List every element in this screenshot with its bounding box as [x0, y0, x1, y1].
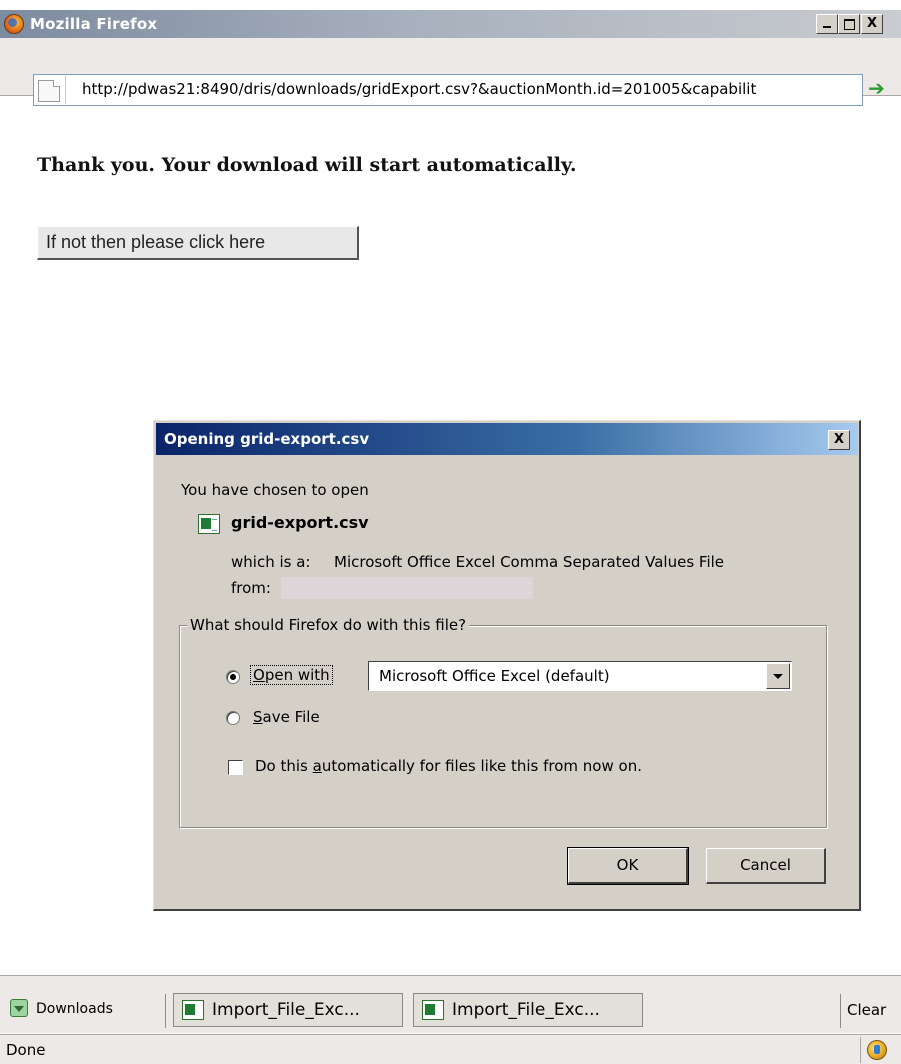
- download-item-label: Import_File_Exc...: [212, 1000, 360, 1020]
- screen-top-strip: [0, 0, 901, 10]
- firefox-logo-icon: [4, 14, 24, 34]
- minimize-icon: [823, 26, 831, 28]
- auto-action-checkbox[interactable]: [228, 760, 243, 775]
- excel-file-icon: [422, 1000, 444, 1020]
- save-file-radio[interactable]: [226, 711, 240, 725]
- excel-file-icon: [182, 1000, 204, 1020]
- open-with-accel: O: [253, 666, 265, 684]
- update-notification-icon[interactable]: [867, 1040, 887, 1060]
- status-divider: [860, 1037, 861, 1063]
- page-heading: Thank you. Your download will start auto…: [37, 154, 577, 176]
- open-with-label[interactable]: Open with: [250, 665, 333, 685]
- maximize-button[interactable]: [838, 14, 860, 34]
- open-with-select-value: Microsoft Office Excel (default): [379, 667, 610, 685]
- action-group: [179, 625, 827, 828]
- cancel-button[interactable]: Cancel: [706, 848, 826, 884]
- dialog-intro-text: You have chosen to open: [181, 481, 369, 499]
- download-item[interactable]: Import_File_Exc...: [173, 993, 403, 1027]
- open-with-select[interactable]: Microsoft Office Excel (default): [368, 661, 792, 691]
- maximize-icon: [843, 19, 855, 30]
- chevron-down-icon[interactable]: [766, 663, 790, 689]
- file-type-value: Microsoft Office Excel Comma Separated V…: [334, 553, 725, 571]
- save-file-label[interactable]: Save File: [253, 708, 320, 726]
- dialog-title: Opening grid-export.csv: [164, 430, 370, 448]
- window-close-button[interactable]: X: [861, 14, 883, 34]
- save-file-accel: S: [253, 708, 263, 726]
- auto-action-label[interactable]: Do this automatically for files like thi…: [255, 757, 642, 775]
- open-file-dialog: Opening grid-export.csv X You have chose…: [153, 420, 861, 911]
- dialog-file-name: grid-export.csv: [231, 513, 369, 532]
- excel-file-icon: [198, 514, 220, 534]
- status-text: Done: [6, 1041, 46, 1059]
- downloads-divider: [165, 994, 166, 1028]
- dialog-titlebar[interactable]: Opening grid-export.csv X: [156, 423, 858, 455]
- clear-divider: [840, 994, 841, 1028]
- auto-label-suffix: utomatically for files like this from no…: [321, 757, 642, 775]
- downloads-icon: [10, 999, 28, 1017]
- file-source-value: [281, 577, 533, 599]
- downloads-label: Downloads: [36, 1001, 113, 1017]
- auto-label-accel: a: [312, 757, 322, 775]
- go-arrow-icon[interactable]: ➔: [868, 76, 885, 100]
- clear-downloads-button[interactable]: Clear: [847, 1001, 886, 1019]
- open-with-radio[interactable]: [226, 670, 240, 684]
- ok-button[interactable]: OK: [567, 847, 689, 885]
- action-group-label: What should Firefox do with this file?: [187, 616, 470, 634]
- manual-download-button[interactable]: If not then please click here: [37, 226, 359, 260]
- download-item-label: Import_File_Exc...: [452, 1000, 600, 1020]
- dialog-close-button[interactable]: X: [828, 430, 850, 450]
- window-title: Mozilla Firefox: [30, 15, 158, 33]
- open-with-rest: pen with: [264, 666, 330, 684]
- downloads-button[interactable]: Downloads: [4, 993, 162, 1027]
- file-source-label: from:: [231, 579, 271, 597]
- url-divider: [65, 76, 66, 104]
- file-type-label: which is a:: [231, 553, 311, 571]
- url-text[interactable]: http://pdwas21:8490/dris/downloads/gridE…: [82, 80, 842, 98]
- auto-label-prefix: Do this: [255, 757, 313, 775]
- download-item[interactable]: Import_File_Exc...: [413, 993, 643, 1027]
- save-file-rest: ave File: [262, 708, 320, 726]
- page-icon: [38, 80, 60, 102]
- status-bar: [0, 1034, 901, 1064]
- minimize-button[interactable]: [816, 14, 838, 34]
